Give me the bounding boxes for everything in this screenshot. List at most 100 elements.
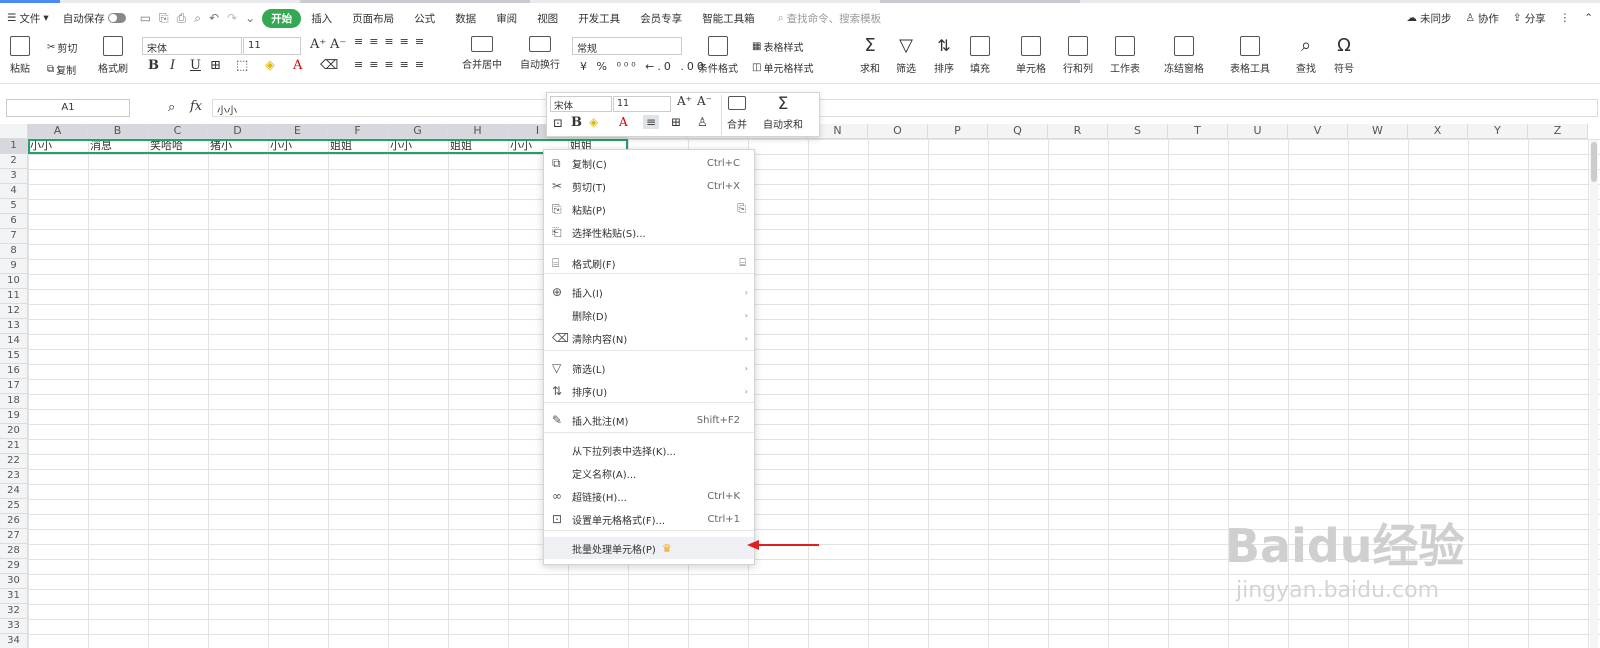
freeze-panes-button[interactable]: 冻结窗格: [1164, 36, 1204, 75]
scrollbar-thumb[interactable]: [1591, 142, 1597, 182]
mini-shrink-font-icon[interactable]: A⁻: [697, 94, 712, 108]
mini-bold-icon[interactable]: B: [571, 115, 582, 130]
sync-button[interactable]: ☁ 未同步: [1399, 11, 1458, 26]
mini-autosum-button[interactable]: Σ 自动求和: [763, 94, 803, 131]
formula-input[interactable]: 小小: [212, 99, 1598, 117]
cell-e1[interactable]: 小小: [268, 139, 328, 154]
filter-button[interactable]: ▽ 筛选: [896, 36, 916, 76]
mini-font-color-icon[interactable]: A: [619, 115, 628, 129]
context-item-5[interactable]: ⊕ 插入(I) ›: [544, 281, 754, 303]
context-item-13[interactable]: ∞ 超链接(H)... Ctrl+K: [544, 485, 754, 507]
wrap-text-button[interactable]: 自动换行: [520, 36, 560, 71]
sort-button[interactable]: ⇅ 排序: [934, 36, 954, 75]
table-tools-button[interactable]: 表格工具: [1230, 36, 1270, 75]
tab-insert[interactable]: 插入: [301, 11, 342, 26]
cell-button[interactable]: 单元格: [1016, 36, 1046, 75]
context-item-0[interactable]: ⧉ 复制(C) Ctrl+C: [544, 152, 754, 174]
mini-fill-color-icon[interactable]: ◈: [589, 115, 598, 129]
cell-fill-icon[interactable]: ⬚: [236, 58, 248, 73]
undo-icon[interactable]: ↶: [209, 11, 219, 25]
search-box[interactable]: ⌕ 查找命令、搜索模板: [771, 11, 888, 26]
merge-center-button[interactable]: 合并居中: [462, 36, 502, 71]
context-item-7[interactable]: ⌫ 清除内容(N) ›: [544, 327, 754, 349]
symbol-button[interactable]: Ω 符号: [1334, 36, 1354, 76]
shrink-font-icon[interactable]: A⁻: [330, 37, 346, 52]
mini-brush-icon[interactable]: ♙: [697, 115, 708, 129]
mini-align-icon[interactable]: ≡: [643, 115, 660, 129]
number-format-icons[interactable]: ¥ % ⁰⁰⁰ ←.0 .00: [580, 60, 707, 73]
cell-g1[interactable]: 小小: [388, 139, 448, 154]
tab-data[interactable]: 数据: [445, 11, 486, 26]
paste-options-icon[interactable]: ⎘: [737, 202, 746, 216]
more-icon[interactable]: ⌄: [245, 11, 255, 25]
paste-button[interactable]: 粘贴: [10, 36, 30, 75]
vertical-scrollbar[interactable]: [1590, 140, 1598, 648]
name-box[interactable]: A1: [6, 99, 130, 117]
fill-color-icon[interactable]: ◈: [265, 58, 275, 73]
context-item-9[interactable]: ⇅ 排序(U) ›: [544, 380, 754, 402]
context-item-6[interactable]: 删除(D) ›: [544, 304, 754, 326]
font-select[interactable]: 宋体: [142, 37, 242, 55]
bold-icon[interactable]: B: [148, 58, 159, 73]
context-item-2[interactable]: ⎘ 粘贴(P) ⎘: [544, 198, 754, 220]
context-item-3[interactable]: ⎗ 选择性粘贴(S)...: [544, 221, 754, 243]
context-item-8[interactable]: ▽ 筛选(L) ›: [544, 357, 754, 379]
redo-icon[interactable]: ↷: [227, 11, 237, 25]
mini-size-select[interactable]: 11: [613, 96, 671, 112]
cut-button[interactable]: ✂ 剪切: [47, 40, 77, 55]
underline-icon[interactable]: U: [190, 58, 201, 73]
table-style-button[interactable]: ▦ 表格样式: [752, 39, 803, 54]
cond-format-button[interactable]: 条件格式: [698, 36, 738, 75]
export-icon[interactable]: ⎘: [159, 11, 169, 26]
fill-button[interactable]: 填充: [970, 36, 990, 75]
mini-cell-icon[interactable]: ⊡: [553, 116, 563, 130]
grow-font-icon[interactable]: A⁺: [310, 37, 326, 52]
cell-h1[interactable]: 姐姐: [448, 139, 508, 154]
context-item-14[interactable]: ⊡ 设置单元格格式(F)... Ctrl+1: [544, 508, 754, 530]
cell-b1[interactable]: 消息: [88, 139, 148, 154]
context-item-12[interactable]: 定义名称(A)...: [544, 462, 754, 484]
clear-format-icon[interactable]: ⌫: [320, 58, 338, 73]
mini-font-select[interactable]: 宋体: [550, 96, 612, 112]
autosave-toggle[interactable]: 自动保存: [56, 11, 133, 26]
more-options-icon[interactable]: ⋮: [1553, 12, 1578, 24]
context-item-10[interactable]: ✎ 插入批注(M) Shift+F2: [544, 409, 754, 431]
find-button[interactable]: ⌕ 查找: [1296, 36, 1316, 76]
format-painter-icon[interactable]: ⌸: [739, 256, 746, 270]
context-item-15[interactable]: 批量处理单元格(P) ♛: [544, 537, 754, 559]
print-icon[interactable]: ⎙: [177, 11, 187, 26]
sum-button[interactable]: Σ 求和: [860, 36, 880, 76]
worksheet-button[interactable]: 工作表: [1110, 36, 1140, 75]
tab-formula[interactable]: 公式: [404, 11, 445, 26]
tab-smart-tools[interactable]: 智能工具箱: [692, 11, 765, 26]
row-col-button[interactable]: 行和列: [1063, 36, 1093, 75]
cell-style-button[interactable]: ◫ 单元格样式: [752, 60, 813, 75]
collab-button[interactable]: ♙ 协作: [1458, 11, 1505, 26]
fx-icon[interactable]: fx: [190, 99, 202, 114]
save-icon[interactable]: ▭: [140, 11, 151, 25]
tab-review[interactable]: 审阅: [486, 11, 527, 26]
zoom-icon[interactable]: ⌕: [168, 100, 175, 115]
align-left-icons[interactable]: ≡≡≡≡≡: [354, 58, 430, 71]
mini-grow-font-icon[interactable]: A⁺: [677, 94, 692, 108]
preview-icon[interactable]: ⌕: [194, 11, 201, 26]
file-menu[interactable]: ☰ 文件 ▾: [0, 11, 56, 26]
cell-f1[interactable]: 姐姐: [328, 139, 388, 154]
font-size-select[interactable]: 11: [243, 37, 301, 55]
tab-member[interactable]: 会员专享: [630, 11, 692, 26]
italic-icon[interactable]: I: [170, 58, 175, 73]
cell-d1[interactable]: 猪小: [208, 139, 268, 154]
cell-c1[interactable]: 笑哈哈: [148, 139, 208, 154]
border-icon[interactable]: ⊞: [210, 58, 221, 73]
collapse-icon[interactable]: ⌃: [1577, 12, 1600, 24]
align-top-icons[interactable]: ≡≡≡≡≡: [354, 35, 430, 48]
tab-start[interactable]: 开始: [262, 8, 302, 28]
mini-border-icon[interactable]: ⊞: [671, 115, 681, 129]
quick-access-icons[interactable]: ▭ ⎘ ⎙ ⌕ ↶ ↷ ⌄: [133, 11, 262, 26]
context-item-1[interactable]: ✂ 剪切(T) Ctrl+X: [544, 175, 754, 197]
share-button[interactable]: ⇪ 分享: [1506, 11, 1553, 26]
tab-page-layout[interactable]: 页面布局: [342, 11, 404, 26]
mini-merge-button[interactable]: 合并: [727, 96, 747, 131]
copy-button[interactable]: ⧉ 复制: [47, 62, 76, 77]
format-painter-button[interactable]: 格式刷: [98, 36, 128, 75]
